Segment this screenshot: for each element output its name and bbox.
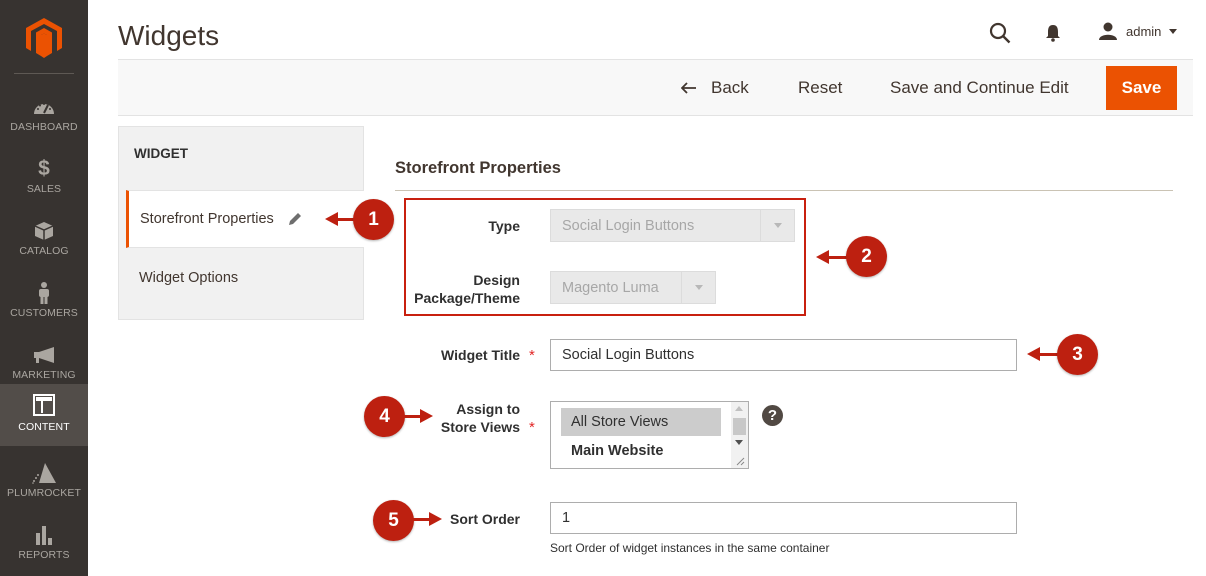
nav-dashboard[interactable]: DASHBOARD: [0, 90, 88, 152]
nav-label: PLUMROCKET: [7, 487, 81, 499]
annotation-highlight-box: [404, 198, 806, 316]
scroll-thumb[interactable]: [733, 418, 746, 435]
dashboard-gauge-icon: [0, 96, 88, 118]
store-views-multiselect[interactable]: All Store Views Main Website: [550, 401, 749, 469]
annotation-arrow: [411, 518, 431, 521]
scrollbar[interactable]: [731, 402, 748, 468]
pyramid-icon: [0, 462, 88, 484]
chevron-down-icon: [1169, 28, 1178, 34]
nav-catalog[interactable]: CATALOG: [0, 214, 88, 276]
tab-label: Widget Options: [139, 270, 239, 286]
person-icon: [0, 282, 88, 304]
sort-order-value: 1: [562, 510, 571, 526]
tab-label: Storefront Properties: [140, 211, 274, 227]
required-mark: *: [529, 347, 535, 364]
nav-label: DASHBOARD: [10, 121, 78, 133]
nav-sales[interactable]: $ SALES: [0, 152, 88, 214]
annotation-badge-3: 3: [1057, 334, 1098, 375]
admin-sidebar: DASHBOARD $ SALES CATALOG CUSTOMERS MARK…: [0, 0, 88, 576]
resize-grip-icon[interactable]: [735, 456, 745, 466]
back-label: Back: [711, 77, 749, 97]
nav-label: CATALOG: [19, 245, 69, 257]
store-view-option[interactable]: All Store Views: [561, 408, 721, 436]
annotation-arrow: [402, 415, 422, 418]
user-menu[interactable]: admin: [1098, 22, 1178, 40]
nav-plumrocket[interactable]: PLUMROCKET: [0, 456, 88, 518]
sort-order-note: Sort Order of widget instances in the sa…: [550, 541, 830, 555]
nav-customers[interactable]: CUSTOMERS: [0, 276, 88, 338]
section-title: Storefront Properties: [395, 159, 561, 177]
nav-label: CUSTOMERS: [10, 307, 78, 319]
widget-title-input[interactable]: Social Login Buttons: [550, 339, 1017, 371]
nav-label: MARKETING: [12, 369, 76, 381]
help-icon[interactable]: ?: [762, 405, 783, 426]
bell-icon[interactable]: [1045, 24, 1061, 42]
nav-content[interactable]: CONTENT: [0, 384, 88, 446]
store-views-label: Assign to Store Views: [400, 400, 520, 436]
logo-divider: [14, 73, 74, 74]
annotation-badge-4: 4: [364, 396, 405, 437]
back-button[interactable]: Back: [681, 60, 749, 115]
required-mark: *: [529, 419, 535, 436]
scroll-up-icon[interactable]: [735, 406, 743, 411]
reset-button[interactable]: Reset: [798, 60, 842, 115]
nav-label: REPORTS: [18, 549, 70, 561]
widget-title-value: Social Login Buttons: [562, 347, 695, 363]
bar-chart-icon: [0, 524, 88, 546]
magento-logo[interactable]: [26, 18, 62, 58]
page-actions-bar: Back Reset Save and Continue Edit Save: [118, 59, 1193, 116]
sort-order-input[interactable]: 1: [550, 502, 1017, 534]
user-icon: [1099, 22, 1117, 40]
annotation-arrowhead: [420, 409, 433, 423]
megaphone-icon: [0, 344, 88, 366]
store-views-label-line2: Store Views: [440, 419, 520, 435]
store-view-group: Main Website: [571, 443, 664, 459]
scroll-down-icon[interactable]: [735, 440, 743, 445]
nav-label: CONTENT: [18, 421, 70, 433]
tabs-heading: WIDGET: [134, 146, 188, 161]
arrow-left-icon: [681, 81, 696, 94]
box-icon: [0, 220, 88, 242]
user-name: admin: [1126, 23, 1162, 39]
save-button[interactable]: Save: [1106, 66, 1177, 110]
annotation-badge-2: 2: [846, 236, 887, 277]
annotation-badge-5: 5: [373, 500, 414, 541]
widget-title-label: Widget Title: [441, 347, 520, 363]
tab-widget-options[interactable]: Widget Options: [126, 249, 364, 307]
layout-icon: [0, 394, 88, 416]
page-title: Widgets: [118, 20, 220, 51]
search-icon[interactable]: [989, 22, 1011, 44]
annotation-badge-1: 1: [353, 199, 394, 240]
annotation-arrowhead: [429, 512, 442, 526]
save-and-continue-button[interactable]: Save and Continue Edit: [890, 60, 1069, 115]
section-divider: [395, 190, 1173, 191]
nav-label: SALES: [26, 183, 62, 195]
nav-reports[interactable]: REPORTS: [0, 518, 88, 576]
pencil-icon: [288, 213, 301, 225]
dollar-icon: $: [38, 157, 50, 180]
